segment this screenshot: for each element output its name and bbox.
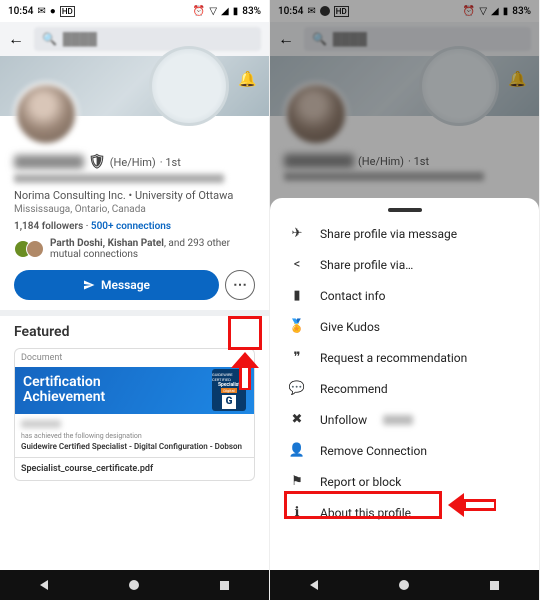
menu-report-block[interactable]: ⚑Report or block [270, 466, 539, 497]
nav-recent[interactable] [220, 581, 229, 590]
info-icon: ℹ [288, 505, 306, 520]
name-row: 🛡 (He/Him) · 1st [14, 154, 255, 170]
featured-heading: Featured [14, 324, 255, 340]
degree: · 1st [160, 156, 181, 169]
connections-link[interactable]: 500+ connections [91, 221, 171, 232]
doc-filename: Specialist_course_certificate.pdf [15, 457, 254, 480]
nav-recent[interactable] [490, 581, 499, 590]
avatar[interactable] [14, 82, 78, 146]
verified-icon: 🛡 [88, 154, 106, 170]
share-icon: < [288, 257, 306, 272]
menu-remove-connection[interactable]: 👤Remove Connection [270, 435, 539, 466]
recommend-icon: 💬 [288, 381, 306, 396]
signal-icon: ◢ [221, 6, 229, 17]
menu-about-profile[interactable]: ℹAbout this profile [270, 497, 539, 528]
alarm-icon: ⏰ [193, 6, 205, 17]
nav-home[interactable] [129, 580, 139, 590]
location: Mississauga, Ontario, Canada [14, 204, 255, 215]
back-icon[interactable]: ← [8, 29, 24, 49]
doc-hero: CertificationAchievement GUIDEWIRE CERTI… [15, 367, 254, 414]
mail-icon: ✉ [37, 6, 45, 17]
search-input[interactable]: 🔍 ████ [34, 27, 261, 51]
menu-share-message[interactable]: ✈Share profile via message [270, 218, 539, 249]
hd-icon: HD [60, 6, 75, 17]
featured-document[interactable]: Document CertificationAchievement GUIDEW… [14, 348, 255, 481]
menu-unfollow[interactable]: ✖Unfollow [270, 404, 539, 435]
send-icon: ✈ [288, 226, 306, 241]
profile-name [14, 155, 84, 169]
cover-photo [0, 56, 269, 116]
stats: 1,184 followers · 500+ connections [14, 221, 255, 232]
unfollow-icon: ✖ [288, 412, 306, 427]
menu-contact-info[interactable]: ▮Contact info [270, 280, 539, 311]
dnd-icon: ● [50, 6, 56, 17]
cover-graphic [149, 46, 229, 126]
bell-icon[interactable]: 🔔 [238, 70, 257, 88]
message-button[interactable]: Message [14, 270, 219, 300]
menu-share-via[interactable]: <Share profile via… [270, 249, 539, 280]
android-nav [270, 570, 539, 600]
divider [0, 310, 269, 316]
more-button[interactable]: ⋯ [225, 270, 255, 300]
mutual-connections[interactable]: Parth Doshi, Kishan Patel, and 293 other… [14, 238, 255, 260]
nav-home[interactable] [399, 580, 409, 590]
nav-back[interactable] [310, 580, 318, 590]
top-bar: ← 🔍 ████ [0, 22, 269, 56]
battery-pct: 83% [242, 6, 261, 17]
android-nav [0, 570, 269, 600]
battery-icon: ▮ [233, 6, 239, 17]
remove-connection-icon: 👤 [288, 443, 306, 458]
action-sheet: ✈Share profile via message <Share profil… [270, 198, 539, 570]
contact-icon: ▮ [288, 288, 306, 303]
flag-icon: ⚑ [288, 474, 306, 489]
status-bar: 10:54 ✉ ● HD ⏰ ▽ ◢ ▮83% [0, 0, 269, 22]
nav-back[interactable] [40, 580, 48, 590]
menu-request-recommendation[interactable]: ❞Request a recommendation [270, 342, 539, 373]
menu-give-kudos[interactable]: 🏅Give Kudos [270, 311, 539, 342]
status-time: 10:54 [8, 6, 33, 17]
company-line: Norima Consulting Inc. • University of O… [14, 189, 255, 202]
phone-left: 10:54 ✉ ● HD ⏰ ▽ ◢ ▮83% ← 🔍 ████ 🔔 🛡 (He/Him) … [0, 0, 270, 600]
phone-right: 10:54✉HD ⏰▽◢▮83% ← 🔍 ████ 🔔 (He/Him) · 1… [270, 0, 540, 600]
sheet-grabber[interactable] [388, 208, 422, 212]
cert-badge: GUIDEWIRE CERTIFIED Specialist Digital G [212, 369, 246, 411]
wifi-icon: ▽ [209, 6, 217, 17]
menu-recommend[interactable]: 💬Recommend [270, 373, 539, 404]
doc-type: Document [15, 349, 254, 367]
mutual-avatars [14, 240, 44, 258]
quote-icon: ❞ [288, 350, 306, 365]
pronouns: (He/Him) [110, 156, 156, 169]
kudos-icon: 🏅 [288, 319, 306, 334]
headline [14, 174, 224, 183]
